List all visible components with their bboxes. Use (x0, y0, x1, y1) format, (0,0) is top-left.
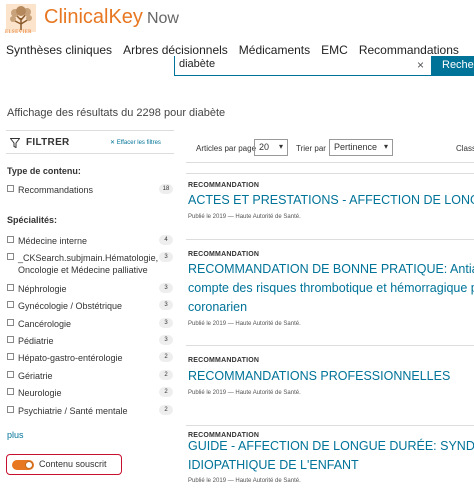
class-label: Class (456, 144, 474, 153)
result-meta: Publié le 2019 — Haute Autorité de Santé… (188, 321, 301, 327)
per-page-label: Articles par page (196, 144, 257, 153)
nav-item-recommandations[interactable]: Recommandations (359, 43, 459, 57)
nav-item-syntheses[interactable]: Synthèses cliniques (6, 43, 112, 57)
checkbox[interactable] (7, 406, 14, 413)
result-title-line[interactable]: coronarien (188, 298, 247, 317)
checkbox[interactable] (7, 284, 14, 291)
result-title[interactable]: RECOMMANDATION DE BONNE PRATIQUE: Antiag (188, 260, 474, 279)
subscribed-content-toggle[interactable]: Contenu souscrit (6, 454, 122, 475)
facet-count: 2 (159, 387, 173, 397)
publisher-name: ELSEVIER (5, 30, 32, 35)
facet-count: 2 (159, 352, 173, 362)
nav-item-arbres[interactable]: Arbres décisionnels (123, 43, 228, 57)
result-title-line[interactable]: IDIOPATHIQUE DE L'ENFANT (188, 456, 359, 475)
checkbox[interactable] (7, 185, 14, 192)
checkbox[interactable] (7, 236, 14, 243)
checkbox[interactable] (7, 371, 14, 378)
filter-title: FILTRER (26, 137, 70, 148)
results-summary: Affichage des résultats du 2298 pour dia… (7, 107, 226, 119)
search-button[interactable]: Recher (432, 56, 474, 76)
nav-item-emc[interactable]: EMC (321, 43, 348, 57)
result-type: RECOMMANDATION (188, 251, 260, 258)
chevron-down-icon: ▾ (383, 142, 388, 151)
per-page-select[interactable]: 20 ▾ (254, 139, 288, 156)
brand-logo[interactable]: ClinicalKey Now (44, 6, 179, 29)
clear-search-icon[interactable]: × (417, 58, 424, 72)
results-toolbar: Articles par page 20 ▾ Trier par Pertine… (186, 133, 474, 163)
result-title[interactable]: GUIDE - AFFECTION DE LONGUE DURÉE: SYNDR… (188, 437, 474, 456)
facet-label: Neurologie (18, 388, 62, 398)
main-nav: Synthèses cliniques Arbres décisionnels … (6, 43, 470, 57)
facet-label: Médecine interne (18, 236, 88, 246)
facet-label: Pédiatrie (18, 336, 54, 346)
result-meta: Publié le 2019 — Haute Autorité de Santé… (188, 390, 301, 396)
facet-count: 3 (159, 300, 173, 310)
toggle-label: Contenu souscrit (39, 459, 107, 469)
result-item: RECOMMANDATION GUIDE - AFFECTION DE LONG… (186, 425, 474, 488)
search-input[interactable]: diabète (174, 56, 432, 76)
toggle-knob (25, 461, 33, 469)
sort-select[interactable]: Pertinence ▾ (329, 139, 393, 156)
result-meta: Publié le 2019 — Haute Autorité de Santé… (188, 478, 301, 484)
clear-filters-link[interactable]: ✕ Effacer les filtres (110, 139, 161, 146)
facet-label: Gynécologie / Obstétrique (18, 301, 123, 311)
facet-count: 3 (159, 335, 173, 345)
checkbox[interactable] (7, 353, 14, 360)
facet-count: 3 (159, 318, 173, 328)
result-item: RECOMMANDATION RECOMMANDATIONS PROFESSIO… (186, 345, 474, 425)
result-item: RECOMMANDATION ACTES ET PRESTATIONS - AF… (186, 173, 474, 239)
per-page-value: 20 (259, 142, 270, 152)
brand-name: ClinicalKey (44, 6, 143, 28)
facet-count: 4 (159, 235, 173, 245)
chevron-down-icon: ▾ (278, 142, 283, 151)
facet-label: Cancérologie (18, 319, 72, 329)
facet-label: Hépato-gastro-entérologie (18, 353, 123, 363)
checkbox[interactable] (7, 336, 14, 343)
content-type-label: Type de contenu: (7, 166, 81, 176)
facet-label: Psychiatrie / Santé mentale (18, 406, 128, 416)
filter-header: FILTRER ✕ Effacer les filtres (6, 130, 174, 154)
brand-suffix: Now (146, 10, 179, 27)
checkbox[interactable] (7, 253, 14, 260)
facet-label: _CKSearch.subjmain.Hématologie, Oncologi… (18, 253, 159, 275)
result-title-line[interactable]: compte des risques thrombotique et hémor… (188, 279, 474, 298)
facet-count: 2 (159, 370, 173, 380)
result-type: RECOMMANDATION (188, 182, 260, 189)
result-type: RECOMMANDATION (188, 357, 260, 364)
sort-value: Pertinence (334, 142, 378, 152)
more-filters-link[interactable]: plus (7, 430, 24, 440)
facet-count: 2 (159, 405, 173, 415)
checkbox[interactable] (7, 319, 14, 326)
result-title[interactable]: RECOMMANDATIONS PROFESSIONNELLES (188, 367, 450, 386)
facet-count: 3 (159, 252, 173, 262)
facet-label: Néphrologie (18, 284, 67, 294)
result-meta: Publié le 2019 — Haute Autorité de Santé… (188, 214, 301, 220)
specialties-label: Spécialités: (7, 215, 58, 225)
checkbox[interactable] (7, 301, 14, 308)
sort-label: Trier par (296, 144, 326, 153)
toggle-switch[interactable] (12, 460, 34, 470)
facet-label: Recommandations (18, 185, 94, 195)
nav-item-medicaments[interactable]: Médicaments (239, 43, 310, 57)
result-title[interactable]: ACTES ET PRESTATIONS - AFFECTION DE LONG… (188, 191, 474, 210)
result-item: RECOMMANDATION RECOMMANDATION DE BONNE P… (186, 239, 474, 342)
funnel-icon (10, 138, 20, 148)
checkbox[interactable] (7, 388, 14, 395)
facet-count: 3 (159, 283, 173, 293)
facet-label: Gériatrie (18, 371, 53, 381)
facet-count: 18 (159, 184, 173, 194)
